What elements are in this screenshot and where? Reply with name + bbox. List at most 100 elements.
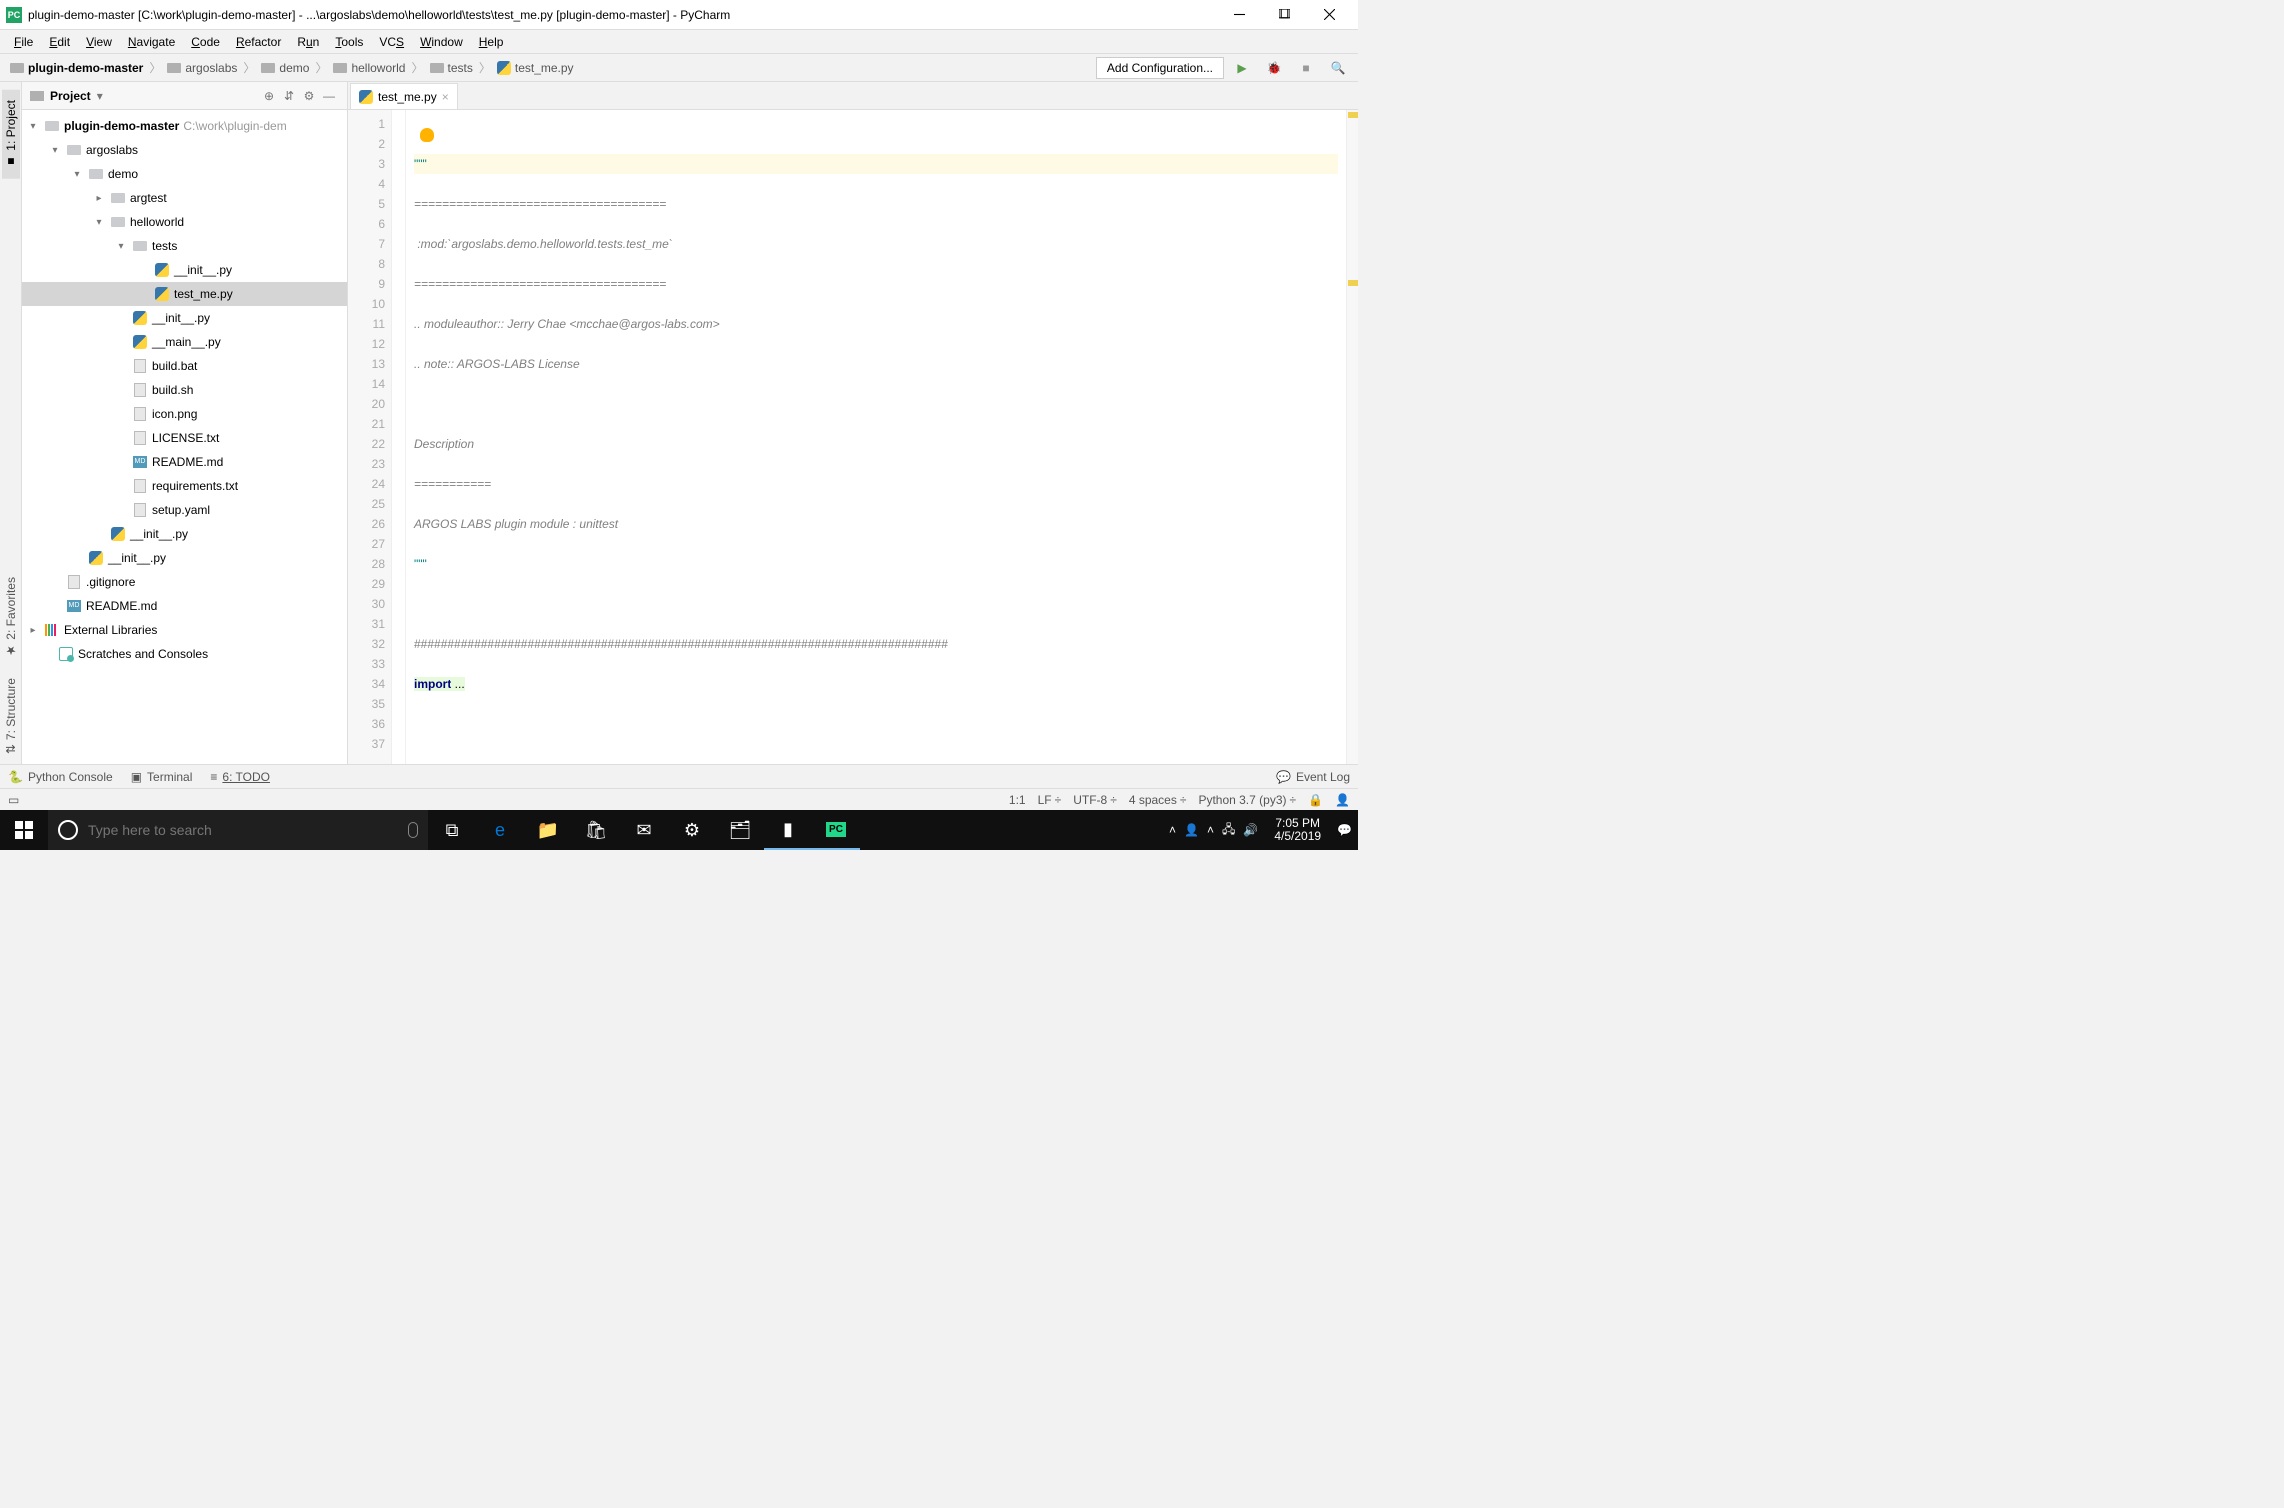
menu-help[interactable]: Help <box>471 32 512 52</box>
project-tree[interactable]: ▾ plugin-demo-master C:\work\plugin-dem … <box>22 110 347 764</box>
tree-row[interactable]: test_me.py <box>22 282 347 306</box>
menu-run[interactable]: Run <box>289 32 327 52</box>
status-icon[interactable]: ▭ <box>8 793 19 807</box>
search-button[interactable]: 🔍 <box>1324 56 1352 80</box>
menu-view[interactable]: View <box>78 32 120 52</box>
close-tab-icon[interactable]: × <box>442 90 449 104</box>
tree-arrow[interactable]: ▾ <box>92 217 106 228</box>
tree-row[interactable]: ▾helloworld <box>22 210 347 234</box>
task-view-icon[interactable]: ⧉ <box>428 810 476 850</box>
line-ending[interactable]: LF ÷ <box>1038 793 1062 807</box>
tree-arrow[interactable]: ▾ <box>114 241 128 252</box>
menu-edit[interactable]: Edit <box>41 32 78 52</box>
encoding[interactable]: UTF-8 ÷ <box>1073 793 1117 807</box>
side-tab-structure[interactable]: ⇅7: Structure <box>2 668 20 764</box>
todo-tab[interactable]: ≡ 6: TODO <box>210 770 270 784</box>
explorer-icon[interactable]: 📁 <box>524 810 572 850</box>
marker-bar[interactable] <box>1346 110 1358 764</box>
crumb-1[interactable]: argoslabs <box>163 59 241 77</box>
tree-arrow[interactable]: ▸ <box>92 193 106 204</box>
tree-row[interactable]: requirements.txt <box>22 474 347 498</box>
collapse-button[interactable]: ⇵ <box>279 86 299 106</box>
crumb-2[interactable]: demo <box>257 59 313 77</box>
tray-chevron-icon[interactable]: ˄ <box>1207 823 1214 837</box>
network-icon[interactable]: 🖧 <box>1222 820 1235 841</box>
taskbar-search[interactable] <box>48 810 428 850</box>
side-tab-project[interactable]: ■1: Project <box>2 90 20 179</box>
tree-arrow[interactable]: ▾ <box>48 145 62 156</box>
editor-body[interactable]: 1234567891011121314202122232425262728293… <box>348 110 1358 764</box>
crumb-4[interactable]: tests <box>426 59 477 77</box>
maximize-button[interactable] <box>1262 1 1307 29</box>
lock-icon[interactable]: 🔒 <box>1308 793 1323 807</box>
pycharm-task-icon[interactable]: PC <box>812 810 860 850</box>
tree-row[interactable]: setup.yaml <box>22 498 347 522</box>
tree-row[interactable]: icon.png <box>22 402 347 426</box>
line-gutter[interactable]: 1234567891011121314202122232425262728293… <box>348 110 392 764</box>
tree-scratches[interactable]: Scratches and Consoles <box>22 642 347 666</box>
tree-row[interactable]: ▾demo <box>22 162 347 186</box>
mic-icon[interactable] <box>408 822 418 838</box>
warning-marker[interactable] <box>1348 280 1358 286</box>
edge-icon[interactable]: e <box>476 810 524 850</box>
interpreter[interactable]: Python 3.7 (py3) ÷ <box>1198 793 1296 807</box>
menu-refactor[interactable]: Refactor <box>228 32 289 52</box>
crumb-3[interactable]: helloworld <box>329 59 409 77</box>
start-button[interactable] <box>0 810 48 850</box>
terminal-tab[interactable]: ▣ Terminal <box>131 770 193 784</box>
chevron-right-icon[interactable]: ▸ <box>26 625 40 636</box>
tree-row[interactable]: build.sh <box>22 378 347 402</box>
crumb-root[interactable]: plugin-demo-master <box>6 59 147 77</box>
tree-row[interactable]: __init__.py <box>22 522 347 546</box>
app-icon-1[interactable]: 🗂 <box>716 810 764 850</box>
search-input[interactable] <box>88 822 398 838</box>
tree-row[interactable]: build.bat <box>22 354 347 378</box>
fold-gutter[interactable] <box>392 110 406 764</box>
stop-button[interactable]: ■ <box>1292 56 1320 80</box>
tree-row[interactable]: ▾tests <box>22 234 347 258</box>
tree-row[interactable]: __main__.py <box>22 330 347 354</box>
notifications-icon[interactable]: 💬 <box>1337 823 1352 837</box>
indent[interactable]: 4 spaces ÷ <box>1129 793 1187 807</box>
side-tab-favorites[interactable]: ★2: Favorites <box>2 567 20 668</box>
clock[interactable]: 7:05 PM 4/5/2019 <box>1266 817 1329 843</box>
tree-row[interactable]: __init__.py <box>22 258 347 282</box>
tree-row[interactable]: ▾argoslabs <box>22 138 347 162</box>
close-button[interactable] <box>1307 1 1352 29</box>
tree-row[interactable]: LICENSE.txt <box>22 426 347 450</box>
crumb-5[interactable]: test_me.py <box>493 59 578 77</box>
minimize-button[interactable] <box>1217 1 1262 29</box>
tree-external-libraries[interactable]: ▸ External Libraries <box>22 618 347 642</box>
tree-arrow[interactable]: ▾ <box>70 169 84 180</box>
store-icon[interactable]: 🛍 <box>572 810 620 850</box>
people-icon[interactable]: 👤 <box>1184 823 1199 837</box>
tree-row[interactable]: .gitignore <box>22 570 347 594</box>
tree-row[interactable]: __init__.py <box>22 306 347 330</box>
menu-vcs[interactable]: VCS <box>371 32 412 52</box>
mail-icon[interactable]: ✉ <box>620 810 668 850</box>
chevron-down-icon[interactable]: ▾ <box>26 121 40 132</box>
tree-row[interactable]: __init__.py <box>22 546 347 570</box>
debug-button[interactable]: 🐞 <box>1260 56 1288 80</box>
add-configuration-button[interactable]: Add Configuration... <box>1096 57 1224 79</box>
intention-bulb-icon[interactable] <box>420 128 434 142</box>
python-console-tab[interactable]: 🐍 Python Console <box>8 770 113 784</box>
volume-icon[interactable]: 🔊 <box>1243 823 1258 837</box>
settings-button[interactable]: ⚙ <box>299 86 319 106</box>
menu-tools[interactable]: Tools <box>327 32 371 52</box>
tree-root[interactable]: ▾ plugin-demo-master C:\work\plugin-dem <box>22 114 347 138</box>
hide-button[interactable]: — <box>319 86 339 106</box>
run-button[interactable]: ▶ <box>1228 56 1256 80</box>
warning-marker[interactable] <box>1348 112 1358 118</box>
project-title[interactable]: Project ▾ <box>30 89 259 103</box>
locate-button[interactable]: ⊕ <box>259 86 279 106</box>
code-area[interactable]: """ ====================================… <box>406 110 1346 764</box>
inspector-icon[interactable]: 👤 <box>1335 793 1350 807</box>
tree-row[interactable]: MDREADME.md <box>22 594 347 618</box>
settings-icon[interactable]: ⚙ <box>668 810 716 850</box>
event-log-tab[interactable]: 💬 Event Log <box>1276 770 1350 784</box>
menu-code[interactable]: Code <box>183 32 228 52</box>
tree-row[interactable]: ▸argtest <box>22 186 347 210</box>
terminal-icon[interactable]: ▮ <box>764 810 812 850</box>
menu-window[interactable]: Window <box>412 32 471 52</box>
